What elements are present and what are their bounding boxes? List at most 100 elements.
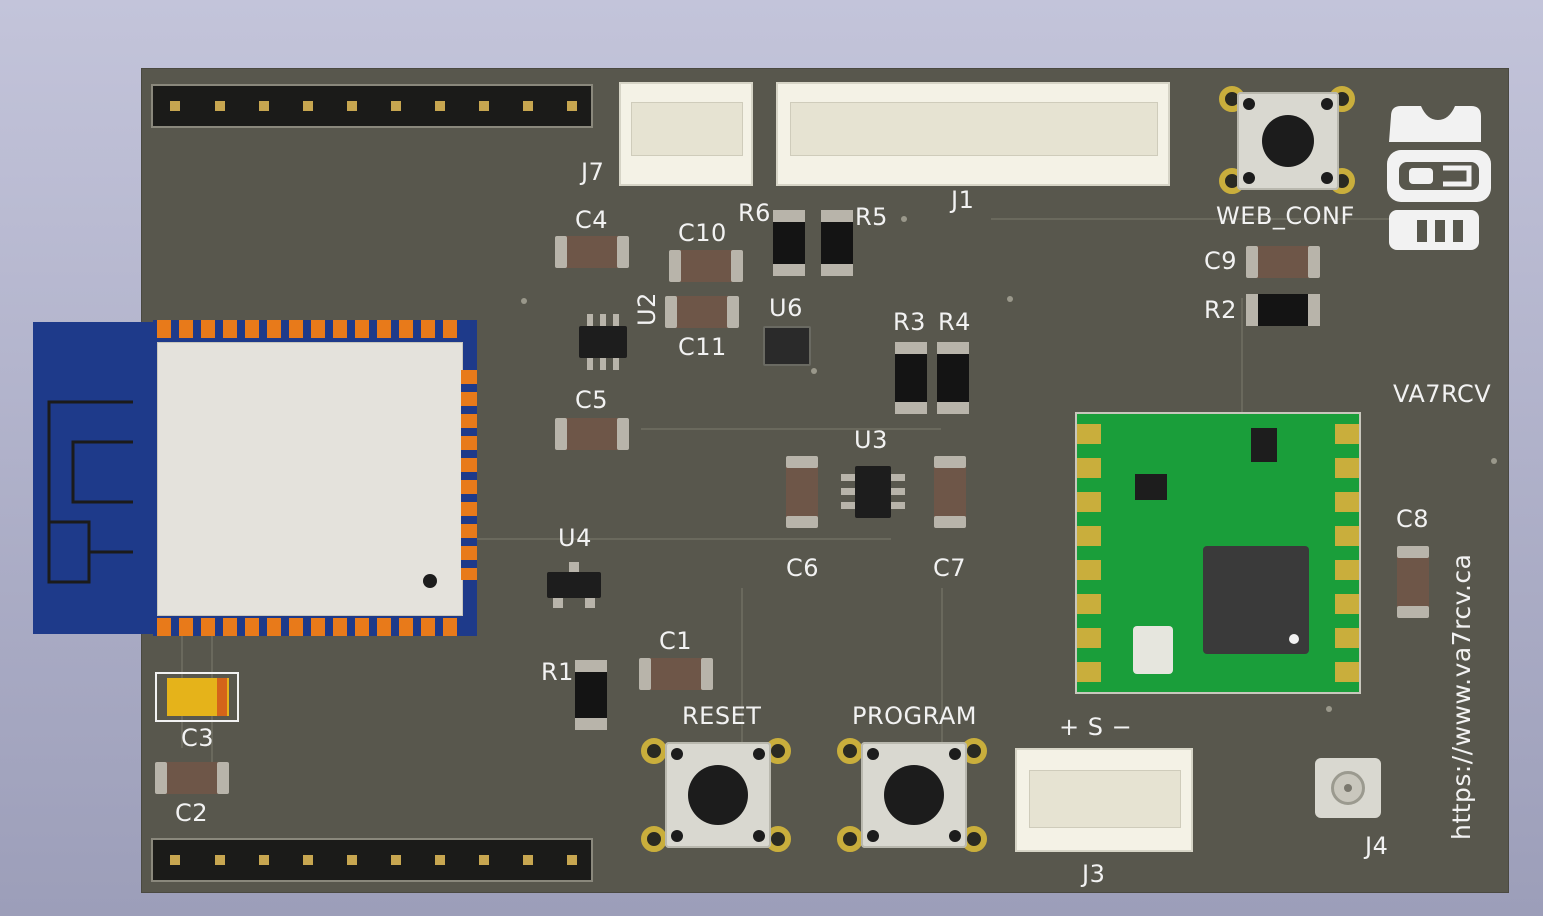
- capacitor-c5[interactable]: [555, 418, 629, 450]
- ic-lead: [587, 314, 593, 326]
- ic-lead: [841, 502, 855, 509]
- resistor-r1[interactable]: [575, 660, 607, 730]
- connector-j3[interactable]: [1015, 748, 1193, 852]
- pad: [641, 826, 667, 852]
- resistor-r5[interactable]: [821, 210, 853, 276]
- pin: [170, 855, 180, 865]
- pin1-dot: [423, 574, 437, 588]
- ic-u3[interactable]: [841, 466, 905, 518]
- button-leg: [867, 830, 879, 842]
- pin: [170, 101, 180, 111]
- ic-body: [579, 326, 627, 358]
- label-j1: J1: [951, 186, 975, 214]
- lora-rf-module[interactable]: [1075, 412, 1361, 694]
- button-cap: [884, 765, 944, 825]
- label-c2: C2: [175, 799, 209, 827]
- pin: [303, 855, 313, 865]
- capacitor-c10[interactable]: [669, 250, 743, 282]
- label-program: PROGRAM: [852, 702, 977, 730]
- label-r5: R5: [855, 203, 888, 231]
- via: [521, 298, 527, 304]
- resistor-r4[interactable]: [937, 342, 969, 414]
- pin: [435, 101, 445, 111]
- ufl-connector-j4[interactable]: [1315, 758, 1381, 818]
- ic-lead: [613, 358, 619, 370]
- label-c11: C11: [678, 333, 727, 361]
- resistor-r3[interactable]: [895, 342, 927, 414]
- label-j3: J3: [1082, 860, 1106, 888]
- via: [811, 368, 817, 374]
- via: [1326, 706, 1332, 712]
- label-web-conf: WEB_CONF: [1216, 202, 1355, 230]
- ic-u4[interactable]: [547, 562, 601, 608]
- reset-button[interactable]: [641, 738, 793, 852]
- label-j4: J4: [1365, 832, 1389, 860]
- connector-j7[interactable]: [619, 82, 753, 186]
- capacitor-c1[interactable]: [639, 658, 713, 690]
- capacitor-c8[interactable]: [1397, 546, 1429, 618]
- pcb-antenna-icon: [33, 322, 157, 634]
- pin: [567, 855, 577, 865]
- label-c1: C1: [659, 627, 693, 655]
- button-leg: [949, 748, 961, 760]
- rf-pads-right: [1335, 424, 1359, 686]
- label-reset: RESET: [682, 702, 762, 730]
- program-button[interactable]: [837, 738, 989, 852]
- esp32-pads-bottom: [157, 618, 461, 636]
- label-u2: U2: [633, 292, 661, 326]
- connector-housing: [631, 102, 743, 156]
- rf-chip-dot: [1289, 634, 1299, 644]
- pin: [391, 101, 401, 111]
- button-leg: [1243, 172, 1255, 184]
- pin-header-top[interactable]: [151, 84, 593, 128]
- label-c6: C6: [786, 554, 820, 582]
- esp32-pads-right: [461, 370, 477, 580]
- resistor-r6[interactable]: [773, 210, 805, 276]
- pin-header-bottom[interactable]: [151, 838, 593, 882]
- ic-lead: [613, 314, 619, 326]
- ic-lead: [891, 474, 905, 481]
- via: [901, 216, 907, 222]
- resistor-r2[interactable]: [1246, 294, 1320, 326]
- ic-lead: [841, 474, 855, 481]
- connector-housing: [1029, 770, 1181, 828]
- pin: [259, 101, 269, 111]
- pin: [523, 101, 533, 111]
- rf-pads-left: [1077, 424, 1101, 686]
- trace: [1241, 298, 1243, 418]
- label-j7: J7: [581, 158, 605, 186]
- pin: [523, 855, 533, 865]
- ic-u2[interactable]: [577, 314, 629, 370]
- ic-lead: [600, 314, 606, 326]
- ic-lead: [585, 598, 595, 608]
- capacitor-c6[interactable]: [786, 456, 818, 528]
- button-leg: [1321, 98, 1333, 110]
- ic-lead: [891, 488, 905, 495]
- label-u4: U4: [558, 524, 592, 552]
- ic-body: [547, 572, 601, 598]
- ic-lead: [600, 358, 606, 370]
- pcb-viewport[interactable]: J7 J1 WEB_CONF C4 C10 C11 R6 R5 U2 U6 R3…: [0, 0, 1543, 916]
- label-c10: C10: [678, 219, 727, 247]
- ic-lead: [587, 358, 593, 370]
- rf-shield: [157, 342, 463, 616]
- ic-u6[interactable]: [763, 326, 811, 366]
- capacitor-c11[interactable]: [665, 296, 739, 328]
- label-r6: R6: [738, 199, 771, 227]
- connector-j1[interactable]: [776, 82, 1170, 186]
- pcb-board[interactable]: J7 J1 WEB_CONF C4 C10 C11 R6 R5 U2 U6 R3…: [33, 68, 1509, 893]
- label-u6: U6: [769, 294, 803, 322]
- label-c9: C9: [1204, 247, 1238, 275]
- button-leg: [1243, 98, 1255, 110]
- label-c3: C3: [181, 724, 215, 752]
- capacitor-c4[interactable]: [555, 236, 629, 268]
- capacitor-c7[interactable]: [934, 456, 966, 528]
- capacitor-c9[interactable]: [1246, 246, 1320, 278]
- capacitor-c2[interactable]: [155, 762, 229, 794]
- esp32-module[interactable]: [153, 320, 477, 636]
- pin: [215, 101, 225, 111]
- web-conf-button[interactable]: [1219, 86, 1357, 194]
- capacitor-c3[interactable]: [155, 672, 239, 722]
- trace: [471, 538, 891, 540]
- pad: [837, 738, 863, 764]
